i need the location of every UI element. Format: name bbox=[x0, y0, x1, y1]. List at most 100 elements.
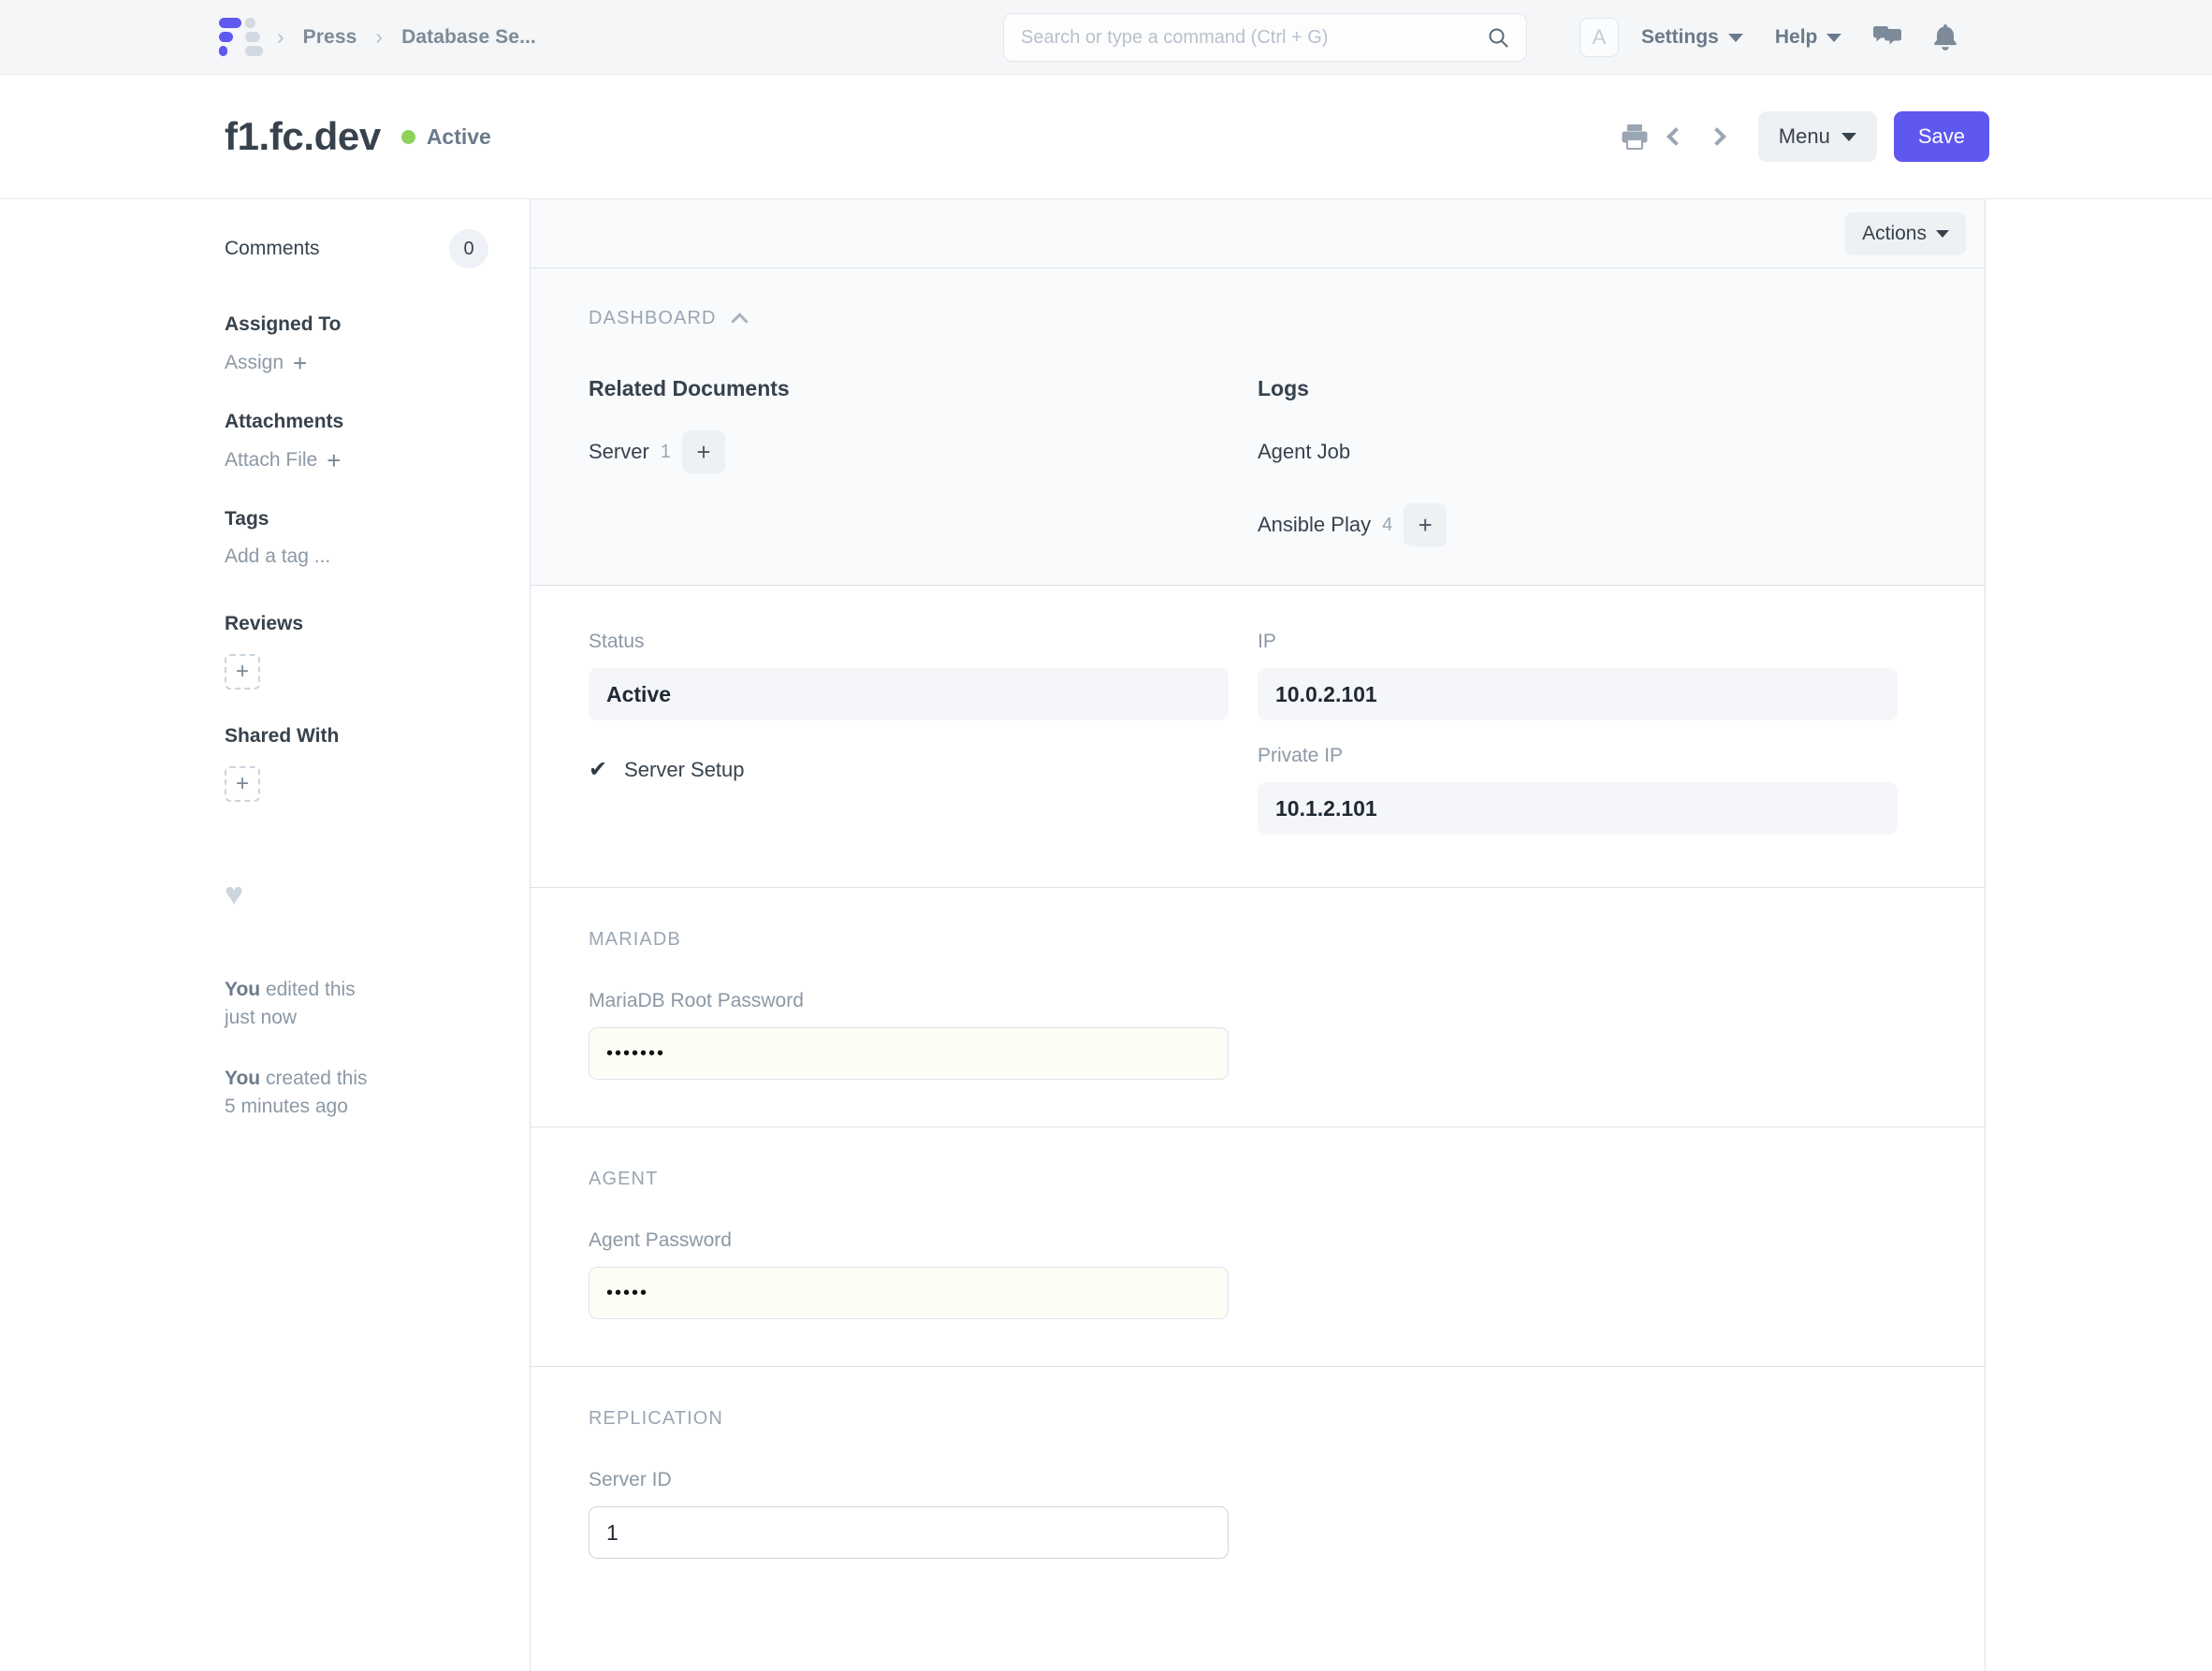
page-body: Comments 0 Assigned To Assign + Attachme… bbox=[0, 199, 2212, 1671]
next-document-button[interactable] bbox=[1696, 116, 1738, 157]
breadcrumb-chevron-icon: › bbox=[277, 24, 284, 49]
field-server-setup[interactable]: ✔ Server Setup bbox=[589, 758, 1258, 782]
dashboard-column-logs: Logs Agent Job Ansible Play 4 + bbox=[1258, 376, 1927, 547]
sidebar-section-reviews: Reviews + bbox=[225, 613, 530, 690]
chat-icon[interactable] bbox=[1873, 25, 1902, 50]
chevron-up-icon[interactable] bbox=[730, 312, 749, 330]
assigned-to-label: Assigned To bbox=[225, 313, 342, 335]
status-column: Status Active ✔ Server Setup bbox=[589, 631, 1258, 835]
status-section: Status Active ✔ Server Setup IP 10.0.2.1… bbox=[531, 586, 1985, 888]
plus-icon: + bbox=[327, 446, 342, 474]
activity-edited: You edited this just now bbox=[225, 976, 530, 1033]
attach-file-button[interactable]: Attach File + bbox=[225, 448, 530, 472]
settings-label: Settings bbox=[1641, 26, 1719, 48]
form-sidebar: Comments 0 Assigned To Assign + Attachme… bbox=[0, 199, 530, 1671]
form-toolbar: Actions bbox=[531, 199, 1985, 269]
navbar-right-group: A Settings Help bbox=[1579, 0, 1989, 75]
add-tag-placeholder: Add a tag ... bbox=[225, 545, 331, 567]
help-label: Help bbox=[1774, 26, 1818, 48]
check-icon: ✔ bbox=[589, 757, 608, 782]
settings-menu[interactable]: Settings bbox=[1641, 26, 1743, 49]
chevron-down-icon bbox=[1936, 229, 1949, 238]
dashboard-section-header[interactable]: DASHBOARD bbox=[589, 308, 1927, 330]
activity-actor: You bbox=[225, 1067, 261, 1089]
top-navbar: › Press › Database Se... A Settings Help bbox=[0, 0, 2212, 75]
agent-section-label: AGENT bbox=[589, 1169, 659, 1189]
breadcrumb-item-press[interactable]: Press bbox=[303, 26, 357, 49]
notifications-bell-icon[interactable] bbox=[1933, 24, 1957, 51]
breadcrumb-chevron-icon: › bbox=[375, 24, 384, 49]
field-agent-password: Agent Password ••••• bbox=[589, 1229, 1258, 1319]
activity-time: 5 minutes ago bbox=[225, 1096, 348, 1118]
sidebar-section-assigned-to: Assigned To Assign + bbox=[225, 313, 530, 375]
page-header: f1.fc.dev Active Menu Save bbox=[0, 75, 2212, 199]
sidebar-section-attachments: Attachments Attach File + bbox=[225, 411, 530, 472]
server-id-input[interactable]: 1 bbox=[589, 1506, 1229, 1559]
print-icon[interactable] bbox=[1614, 116, 1655, 157]
status-field-label: Status bbox=[589, 631, 645, 652]
add-shared-user-button[interactable]: + bbox=[225, 766, 260, 802]
breadcrumb-item-doctype[interactable]: Database Se... bbox=[401, 26, 536, 49]
related-documents-title: Related Documents bbox=[589, 376, 790, 400]
chevron-down-icon bbox=[1727, 33, 1743, 42]
assign-label: Assign bbox=[225, 352, 284, 373]
search-input[interactable] bbox=[1021, 26, 1487, 49]
private-ip-field-value[interactable]: 10.1.2.101 bbox=[1258, 782, 1898, 835]
agent-password-label: Agent Password bbox=[589, 1229, 732, 1251]
global-search[interactable] bbox=[1003, 13, 1527, 62]
dashboard-link-server[interactable]: Server 1 + bbox=[589, 429, 1258, 474]
field-status: Status Active bbox=[589, 631, 1258, 720]
dashboard-link-label[interactable]: Server bbox=[589, 440, 649, 464]
mariadb-section: MARIADB MariaDB Root Password ••••••• bbox=[531, 888, 1985, 1127]
attachments-label: Attachments bbox=[225, 411, 344, 432]
dashboard-column-related-documents: Related Documents Server 1 + bbox=[589, 376, 1258, 547]
agent-password-input[interactable]: ••••• bbox=[589, 1267, 1229, 1319]
avatar[interactable]: A bbox=[1579, 18, 1619, 57]
comments-label: Comments bbox=[225, 238, 320, 259]
agent-section: AGENT Agent Password ••••• bbox=[531, 1127, 1985, 1367]
page-actions: Menu Save bbox=[1614, 111, 1989, 162]
status-badge: Active bbox=[426, 124, 491, 149]
like-heart-icon[interactable]: ♥ bbox=[225, 879, 530, 910]
add-ansible-play-button[interactable]: + bbox=[1404, 503, 1448, 546]
menu-button[interactable]: Menu bbox=[1757, 111, 1877, 162]
help-menu[interactable]: Help bbox=[1775, 26, 1842, 49]
mariadb-root-password-label: MariaDB Root Password bbox=[589, 990, 804, 1011]
search-icon[interactable] bbox=[1487, 26, 1509, 49]
activity-created: You created this 5 minutes ago bbox=[225, 1065, 530, 1122]
status-field-value[interactable]: Active bbox=[589, 668, 1229, 720]
field-mariadb-root-password: MariaDB Root Password ••••••• bbox=[589, 990, 1258, 1080]
logs-title: Logs bbox=[1258, 376, 1309, 400]
previous-document-button[interactable] bbox=[1655, 116, 1696, 157]
server-setup-label: Server Setup bbox=[624, 758, 745, 781]
server-id-label: Server ID bbox=[589, 1469, 672, 1490]
right-gutter bbox=[1986, 199, 2212, 1671]
add-tag-input[interactable]: Add a tag ... bbox=[225, 545, 530, 568]
activity-actor: You bbox=[225, 979, 261, 1000]
actions-label: Actions bbox=[1862, 222, 1927, 244]
dashboard-link-label[interactable]: Agent Job bbox=[1258, 440, 1350, 464]
activity-text: created this bbox=[260, 1067, 368, 1089]
app-logo-icon[interactable] bbox=[219, 18, 263, 57]
plus-icon: + bbox=[293, 349, 308, 377]
assign-button[interactable]: Assign + bbox=[225, 351, 530, 375]
ip-field-value[interactable]: 10.0.2.101 bbox=[1258, 668, 1898, 720]
field-server-id: Server ID 1 bbox=[589, 1469, 1258, 1559]
dashboard-link-ansible-play[interactable]: Ansible Play 4 + bbox=[1258, 502, 1927, 547]
dashboard-section-label: DASHBOARD bbox=[589, 308, 717, 328]
replication-column: Server ID 1 bbox=[589, 1469, 1258, 1559]
save-button[interactable]: Save bbox=[1893, 111, 1989, 162]
reviews-label: Reviews bbox=[225, 613, 304, 634]
breadcrumb: › Press › Database Se... bbox=[219, 18, 536, 57]
sidebar-section-comments[interactable]: Comments 0 bbox=[225, 229, 530, 269]
mariadb-root-password-input[interactable]: ••••••• bbox=[589, 1027, 1229, 1080]
replication-section: REPLICATION Server ID 1 bbox=[531, 1367, 1985, 1606]
search-box[interactable] bbox=[1003, 13, 1527, 62]
dashboard-link-label[interactable]: Ansible Play bbox=[1258, 513, 1371, 537]
dashboard-link-agent-job[interactable]: Agent Job bbox=[1258, 429, 1927, 474]
add-server-button[interactable]: + bbox=[681, 430, 725, 473]
tags-label: Tags bbox=[225, 508, 269, 530]
add-review-button[interactable]: + bbox=[225, 654, 260, 690]
actions-button[interactable]: Actions bbox=[1845, 211, 1966, 255]
field-ip: IP 10.0.2.101 bbox=[1258, 631, 1927, 720]
